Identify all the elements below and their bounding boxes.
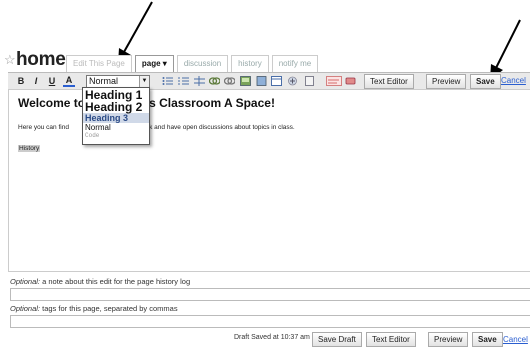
tags-input[interactable]: [10, 315, 530, 328]
footer-text-editor-button[interactable]: Text Editor: [366, 332, 416, 347]
save-draft-button[interactable]: Save Draft: [312, 332, 362, 347]
italic-button[interactable]: I: [30, 75, 42, 87]
preview-button[interactable]: Preview: [426, 74, 467, 89]
editor-body-end: rk and have open discussions about topic…: [146, 124, 295, 131]
text-editor-button[interactable]: Text Editor: [364, 74, 414, 89]
tags-label-prefix: Optional:: [10, 304, 41, 313]
draft-status: Draft Saved at 10:37 am: [234, 334, 310, 341]
editor-heading-end: s Classroom A Space!: [149, 96, 275, 110]
format-option-normal[interactable]: Normal: [83, 123, 149, 132]
footer-preview-button[interactable]: Preview: [428, 332, 469, 347]
cancel-link[interactable]: Cancel: [501, 76, 526, 85]
format-dropdown-menu: Heading 1 Heading 2 Heading 3 Normal Cod…: [82, 87, 150, 145]
page-icon[interactable]: [304, 76, 315, 86]
footer-cancel-link[interactable]: Cancel: [503, 335, 528, 344]
tags-label-text: tags for this page, separated by commas: [40, 304, 178, 313]
bold-button[interactable]: B: [15, 75, 27, 87]
unlink-icon[interactable]: [224, 76, 235, 86]
tab-edit-this-page[interactable]: Edit This Page: [66, 55, 132, 72]
tags-label: Optional: tags for this page, separated …: [10, 304, 178, 313]
underline-button[interactable]: U: [46, 75, 58, 87]
editor-heading-start: Welcome to: [18, 96, 86, 110]
chevron-down-icon: ▼: [139, 76, 149, 87]
file-icon[interactable]: [256, 76, 267, 86]
numbered-list-icon[interactable]: [178, 76, 189, 86]
edit-note-label-text: a note about this edit for the page hist…: [40, 277, 191, 286]
text-color-button[interactable]: A: [63, 75, 75, 87]
tab-discussion[interactable]: discussion: [176, 55, 229, 72]
eraser-icon[interactable]: [345, 76, 356, 86]
link-icon[interactable]: [209, 76, 220, 86]
format-option-heading-3[interactable]: Heading 3: [83, 113, 149, 123]
editor-history-link[interactable]: History: [18, 145, 41, 152]
page-tabs: Edit This Page page ▾ discussion history…: [66, 55, 319, 72]
format-select-value: Normal: [89, 76, 119, 86]
horizontal-rule-icon[interactable]: [194, 76, 205, 86]
edit-note-label: Optional: a note about this edit for the…: [10, 277, 190, 286]
bulleted-list-icon[interactable]: [162, 76, 173, 86]
save-button[interactable]: Save: [470, 74, 501, 89]
tab-notify-me[interactable]: notify me: [271, 55, 319, 72]
page-title: home: [16, 49, 66, 70]
spellcheck-icon[interactable]: [326, 76, 342, 86]
format-option-heading-2[interactable]: Heading 2: [83, 101, 149, 113]
tab-page[interactable]: page ▾: [134, 55, 174, 72]
format-option-code[interactable]: Code: [83, 132, 149, 140]
footer-save-button[interactable]: Save: [472, 332, 503, 347]
edit-note-input[interactable]: [10, 288, 530, 301]
editor-body-text: Here you can find rk and have open discus…: [18, 124, 295, 131]
table-icon[interactable]: [271, 76, 282, 86]
tab-history[interactable]: history: [231, 55, 269, 72]
page-header: ☆ home Edit This Page page ▾ discussion …: [4, 49, 530, 72]
image-icon[interactable]: [240, 76, 251, 86]
star-icon[interactable]: ☆: [4, 52, 16, 68]
editor-body-start: Here you can find: [18, 124, 69, 131]
edit-note-label-prefix: Optional:: [10, 277, 41, 286]
widget-icon[interactable]: [287, 76, 298, 86]
